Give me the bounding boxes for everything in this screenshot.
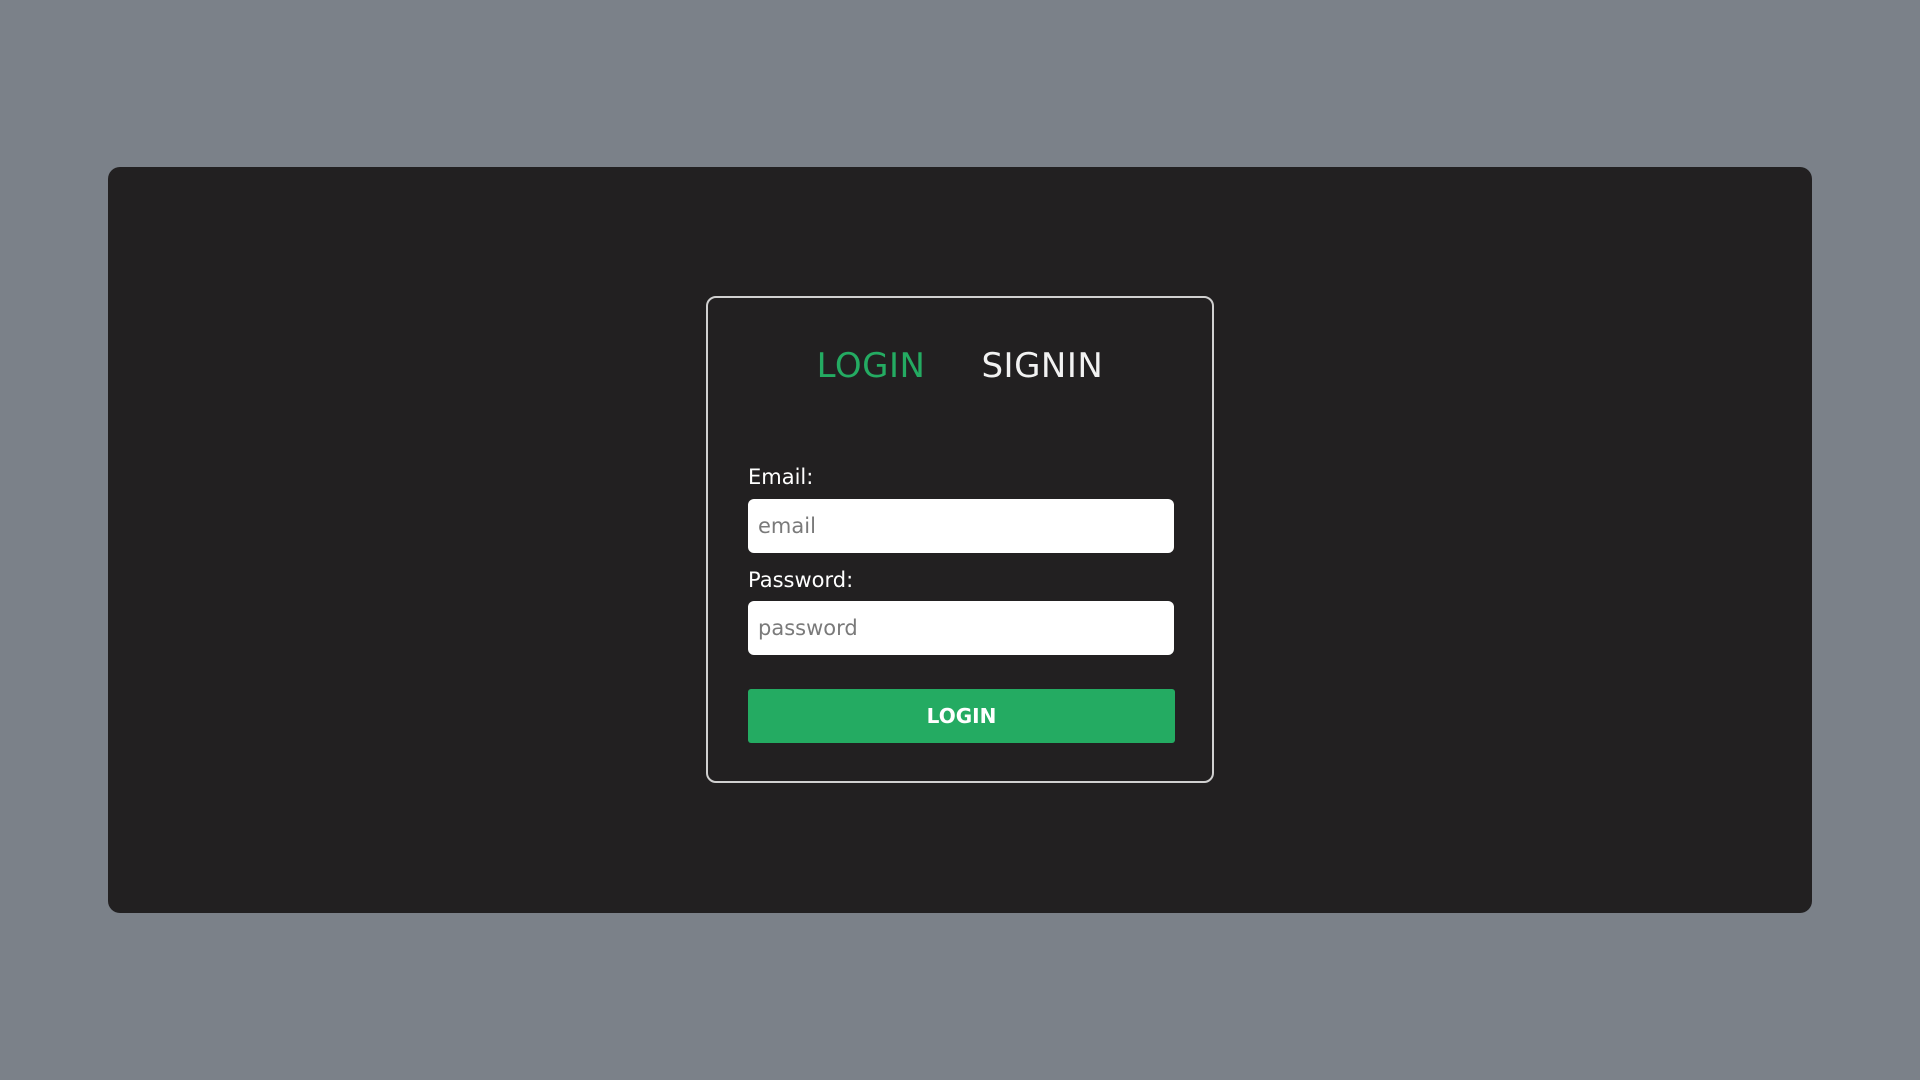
login-button[interactable]: LOGIN: [748, 689, 1175, 743]
email-label: Email:: [748, 465, 814, 489]
password-input[interactable]: [748, 601, 1174, 655]
password-label: Password:: [748, 568, 854, 592]
email-input[interactable]: [748, 499, 1174, 553]
tab-signin[interactable]: SIGNIN: [981, 346, 1103, 386]
auth-tabs: LOGIN SIGNIN: [708, 346, 1212, 386]
tab-login[interactable]: LOGIN: [817, 346, 926, 386]
login-card: LOGIN SIGNIN Email: Password: LOGIN: [706, 296, 1214, 783]
